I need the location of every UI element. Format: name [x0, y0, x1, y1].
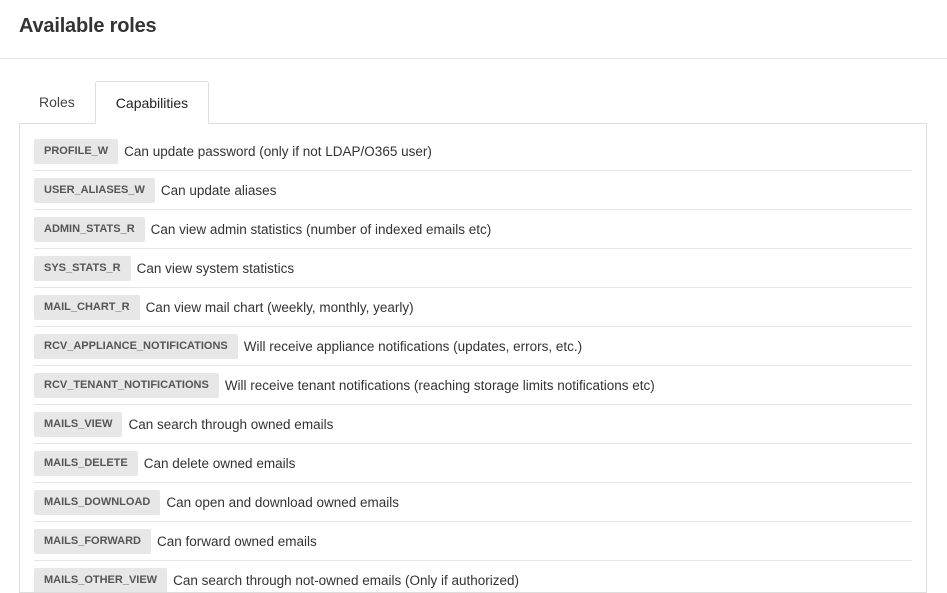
capability-code-badge: MAILS_DELETE	[34, 450, 138, 476]
tab-roles[interactable]: Roles	[19, 81, 95, 123]
capability-code-badge: SYS_STATS_R	[34, 255, 131, 281]
capability-description: Can forward owned emails	[156, 533, 317, 549]
capability-row: MAILS_VIEW Can search through owned emai…	[34, 405, 912, 444]
tab-capabilities[interactable]: Capabilities	[94, 81, 210, 124]
capability-row: MAILS_DELETE Can delete owned emails	[34, 444, 912, 483]
page-header: Available roles	[0, 0, 947, 59]
capability-row: SYS_STATS_R Can view system statistics	[34, 249, 912, 288]
capability-description: Can view mail chart (weekly, monthly, ye…	[145, 299, 414, 315]
capability-description: Can update aliases	[160, 182, 277, 198]
capability-description: Can view system statistics	[136, 260, 295, 276]
capability-code-badge: MAILS_FORWARD	[34, 528, 151, 554]
capability-code-badge: MAILS_VIEW	[34, 411, 123, 437]
tab-bar: Roles Capabilities	[19, 81, 210, 124]
capability-description: Will receive appliance notifications (up…	[243, 338, 583, 354]
capability-description: Can update password (only if not LDAP/O3…	[124, 143, 432, 159]
capability-row: PROFILE_W Can update password (only if n…	[34, 124, 912, 171]
page-title: Available roles	[19, 15, 157, 37]
capabilities-list: PROFILE_W Can update password (only if n…	[20, 124, 926, 592]
capability-code-badge: MAIL_CHART_R	[34, 294, 140, 320]
capability-code-badge: MAILS_OTHER_VIEW	[34, 567, 168, 592]
capability-code-badge: RCV_APPLIANCE_NOTIFICATIONS	[34, 333, 238, 359]
capability-code-badge: ADMIN_STATS_R	[34, 216, 145, 242]
capability-description: Can search through not-owned emails (Onl…	[173, 572, 520, 588]
capability-row: MAILS_DOWNLOAD Can open and download own…	[34, 483, 912, 522]
capability-description: Can view admin statistics (number of ind…	[150, 221, 492, 237]
capability-description: Will receive tenant notifications (reach…	[224, 377, 655, 393]
capability-row: ADMIN_STATS_R Can view admin statistics …	[34, 210, 912, 249]
capability-code-badge: USER_ALIASES_W	[34, 177, 155, 203]
capability-row: RCV_APPLIANCE_NOTIFICATIONS Will receive…	[34, 327, 912, 366]
capabilities-panel: PROFILE_W Can update password (only if n…	[19, 123, 927, 593]
capability-description: Can open and download owned emails	[166, 494, 399, 510]
capability-code-badge: RCV_TENANT_NOTIFICATIONS	[34, 372, 219, 398]
capability-row: RCV_TENANT_NOTIFICATIONS Will receive te…	[34, 366, 912, 405]
capability-row: MAILS_OTHER_VIEW Can search through not-…	[34, 561, 912, 592]
capability-description: Can search through owned emails	[128, 416, 334, 432]
capability-description: Can delete owned emails	[143, 455, 296, 471]
capability-row: MAIL_CHART_R Can view mail chart (weekly…	[34, 288, 912, 327]
capability-code-badge: MAILS_DOWNLOAD	[34, 489, 161, 515]
capability-row: MAILS_FORWARD Can forward owned emails	[34, 522, 912, 561]
capability-row: USER_ALIASES_W Can update aliases	[34, 171, 912, 210]
capability-code-badge: PROFILE_W	[34, 138, 119, 164]
